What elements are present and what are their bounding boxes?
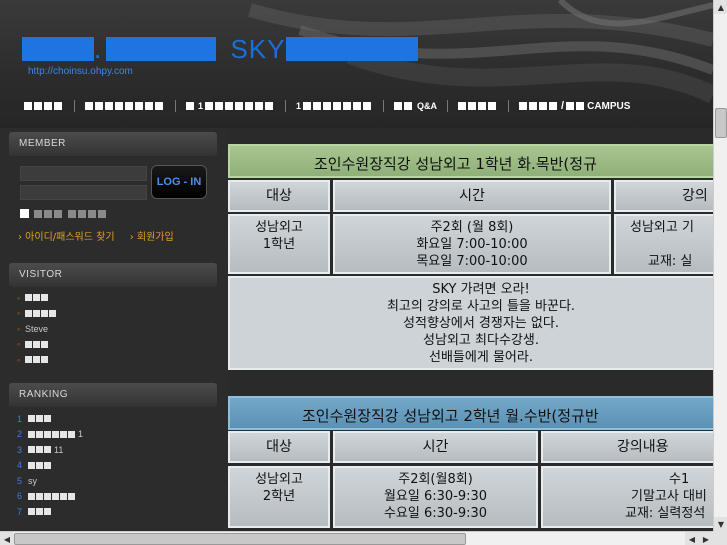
list-item[interactable]: ◦ xyxy=(17,306,57,322)
find-account-link[interactable]: › 아이디/패스워드 찾기 xyxy=(18,232,115,243)
nav-divider xyxy=(383,100,385,112)
scrollbar-corner xyxy=(713,531,727,545)
logo-glyph-block xyxy=(285,37,418,61)
member-title: MEMBER xyxy=(9,132,217,156)
nav-divider xyxy=(285,100,287,112)
nav-item-campus[interactable]: / CAMPUS xyxy=(519,100,630,112)
join-link[interactable]: › 회원가입 xyxy=(130,232,174,243)
save-id-checkbox[interactable] xyxy=(20,209,29,218)
list-item[interactable]: ◦ xyxy=(17,352,57,368)
cell-target: 성남외고 2학년 xyxy=(228,466,330,528)
site-logo[interactable]: . SKY xyxy=(22,34,418,65)
header-time: 시간 xyxy=(333,180,611,212)
list-item[interactable]: 1 xyxy=(17,411,83,427)
list-item[interactable]: 4 xyxy=(17,458,83,474)
class-note: SKY 가려면 오라! 최고의 강의로 사고의 틀을 바꾼다. 성적향상에서 경… xyxy=(228,276,713,370)
cell-target: 성남외고 1학년 xyxy=(228,214,330,274)
cell-time: 주2회(월8회) 월요일 6:30-9:30 수요일 6:30-9:30 xyxy=(333,466,538,528)
class-title-2: 조인수원장직강 성남외고 2학년 월.수반(정규반 xyxy=(228,396,713,430)
site-url[interactable]: http://choinsu.ohpy.com xyxy=(28,66,133,77)
nav-item-3[interactable]: 1 xyxy=(186,101,275,111)
nav-divider xyxy=(508,100,510,112)
user-id-input[interactable] xyxy=(20,166,147,181)
logo-glyph-block xyxy=(106,37,217,61)
list-item[interactable]: ◦ xyxy=(17,337,57,353)
header-content: 강의내용 xyxy=(541,431,713,463)
visitor-title: VISITOR xyxy=(9,263,217,287)
nav-item-1[interactable] xyxy=(24,102,64,110)
scroll-left-icon[interactable]: ◀ xyxy=(685,532,699,545)
nav-item-4[interactable]: 1 xyxy=(296,101,373,111)
scroll-up-icon[interactable]: ▲ xyxy=(714,0,727,14)
nav-divider xyxy=(447,100,449,112)
page: . SKY http://choinsu.ohpy.com 1 1 Q&A / C… xyxy=(0,0,727,545)
nav-item-qna[interactable]: Q&A xyxy=(394,101,437,111)
logo-glyph-block xyxy=(22,37,94,61)
list-item[interactable]: 21 xyxy=(17,427,83,443)
password-input[interactable] xyxy=(20,185,147,200)
vertical-scroll-thumb[interactable] xyxy=(715,108,727,138)
list-item[interactable]: 3 11 xyxy=(17,442,83,458)
login-button[interactable]: LOG - IN xyxy=(151,165,207,199)
ranking-list: 1 21 3 11 4 5 sy 6 7 xyxy=(17,411,83,520)
header-target: 대상 xyxy=(228,431,330,463)
scroll-left-icon[interactable]: ◀ xyxy=(0,532,14,545)
visitor-list: ◦ ◦ ◦ Steve ◦ ◦ xyxy=(17,290,57,368)
scroll-right-icon[interactable]: ▶ xyxy=(699,532,713,545)
list-item[interactable]: 6 xyxy=(17,489,83,505)
scroll-down-icon[interactable]: ▼ xyxy=(714,517,727,531)
main-content: 조인수원장직강 성남외고 1학년 화.목반(정규 대상 시간 강의 성남외고 1학… xyxy=(228,128,713,531)
nav-item-2[interactable] xyxy=(85,102,165,110)
horizontal-scrollbar[interactable]: ◀ ◀ ▶ xyxy=(0,531,713,545)
cell-time: 주2회 (월 8회) 화요일 7:00-10:00 목요일 7:00-10:00 xyxy=(333,214,611,274)
class-title-1: 조인수원장직강 성남외고 1학년 화.목반(정규 xyxy=(228,144,713,178)
header-time: 시간 xyxy=(333,431,538,463)
site-header: . SKY http://choinsu.ohpy.com 1 1 Q&A / C… xyxy=(0,0,713,128)
member-links: › 아이디/패스워드 찾기 › 회원가입 xyxy=(18,228,186,243)
header-target: 대상 xyxy=(228,180,330,212)
cell-content: 성남외고 기 교재: 실 xyxy=(614,214,713,274)
ranking-title: RANKING xyxy=(9,383,217,407)
header-content: 강의 xyxy=(614,180,713,212)
list-item[interactable]: 5 sy xyxy=(17,473,83,489)
cell-content: 수1 기말고사 대비 교재: 실력정석 xyxy=(541,466,713,528)
nav-item-6[interactable] xyxy=(458,102,498,110)
nav-divider xyxy=(74,100,75,112)
horizontal-scroll-thumb[interactable] xyxy=(14,533,466,545)
save-id-option[interactable] xyxy=(20,209,108,218)
global-nav: 1 1 Q&A / CAMPUS xyxy=(24,100,630,112)
vertical-scrollbar[interactable]: ▲ ▼ xyxy=(713,0,727,531)
list-item[interactable]: 7 xyxy=(17,504,83,520)
nav-divider xyxy=(175,100,176,112)
logo-text: SKY xyxy=(230,34,286,64)
list-item[interactable]: ◦ Steve xyxy=(17,321,57,337)
list-item[interactable]: ◦ xyxy=(17,290,57,306)
sidebar: MEMBER LOG - IN › 아이디/패스워드 찾기 › 회원가입 VIS… xyxy=(0,128,228,531)
